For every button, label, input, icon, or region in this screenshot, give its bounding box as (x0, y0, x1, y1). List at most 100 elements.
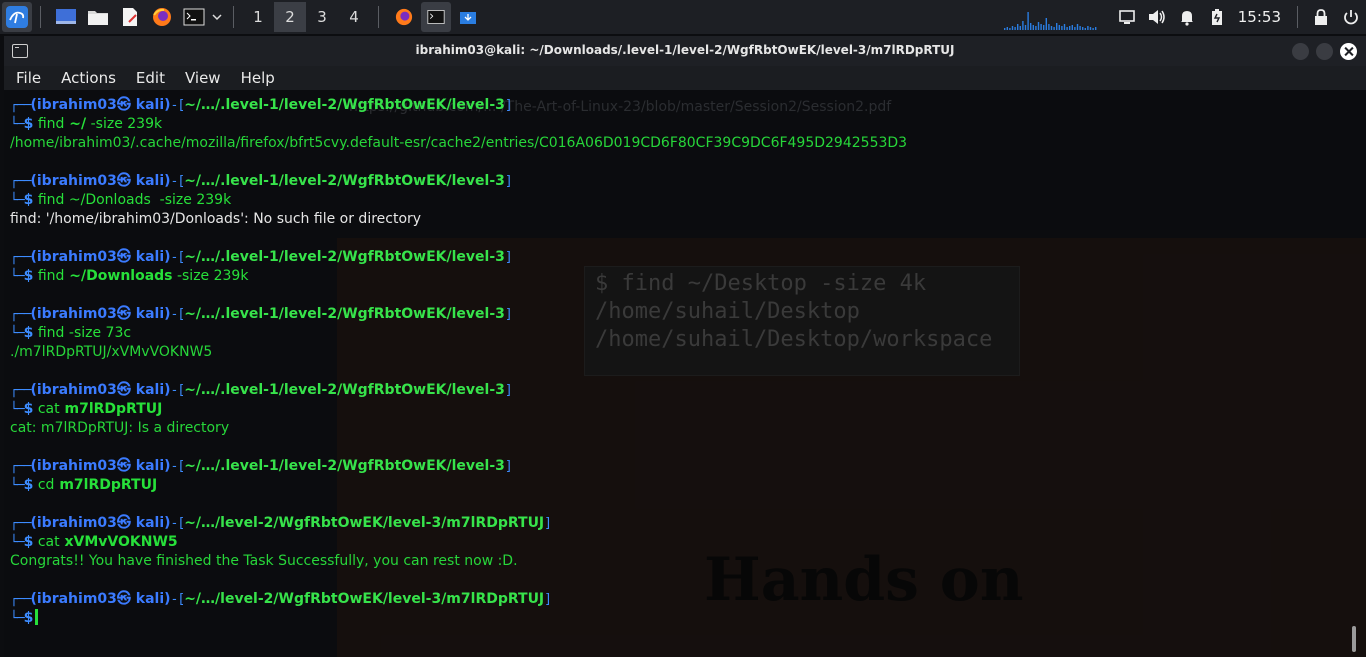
prompt-frame: └─ (10, 269, 25, 284)
lock-icon[interactable] (1306, 2, 1336, 32)
command-output: cat: m7lRDpRTUJ: Is a directory (10, 420, 230, 436)
prompt-line: ┌──(ibrahim03㉿ kali)-[~/…/.level-1/level… (10, 457, 1340, 476)
kali-menu-icon[interactable] (2, 2, 32, 32)
prompt-frame: └─ (10, 535, 25, 550)
prompt-user: (ibrahim03㉿ kali) (30, 173, 171, 189)
prompt-frame: ┌── (10, 459, 32, 474)
terminal-launcher-icon[interactable] (179, 2, 209, 32)
taskbar-terminal-icon[interactable] (421, 2, 451, 32)
command-arg: -size (172, 268, 210, 284)
prompt-path: ~/…/.level-1/level-2/WgfRbtOwEK/level-3 (184, 249, 505, 265)
close-button[interactable] (1340, 43, 1357, 60)
prompt-line: ┌──(ibrahim03㉿ kali)-[~/…/.level-1/level… (10, 248, 1340, 267)
clock[interactable]: 15:53 (1238, 8, 1281, 26)
maximize-button[interactable] (1316, 43, 1333, 60)
battery-icon[interactable] (1202, 2, 1232, 32)
prompt-user: (ibrahim03㉿ kali) (30, 97, 171, 113)
prompt-user: (ibrahim03㉿ kali) (30, 306, 171, 322)
command-name: cd (33, 477, 55, 493)
file-manager-icon[interactable] (83, 2, 113, 32)
prompt-path: ~/…/.level-1/level-2/WgfRbtOwEK/level-3 (184, 382, 505, 398)
prompt-frame: └─ (10, 326, 25, 341)
prompt-frame: ] (504, 459, 513, 474)
chevron-down-icon[interactable] (209, 2, 225, 32)
command-name: find (33, 268, 65, 284)
show-desktop-icon[interactable] (51, 2, 81, 32)
prompt-path: ~/…/level-2/WgfRbtOwEK/level-3/m7lRDpRTU… (184, 515, 545, 531)
firefox-icon[interactable] (147, 2, 177, 32)
taskbar-firefox-icon[interactable] (389, 2, 419, 32)
prompt-path: ~/…/.level-1/level-2/WgfRbtOwEK/level-3 (184, 97, 505, 113)
prompt-frame: └─ (10, 117, 25, 132)
prompt-frame: └─ (10, 478, 25, 493)
prompt-path: ~/…/.level-1/level-2/WgfRbtOwEK/level-3 (184, 458, 505, 474)
prompt-frame: └─ (10, 193, 25, 208)
prompt-frame: -[ (170, 98, 186, 113)
menu-file[interactable]: File (4, 69, 49, 87)
command-arg: -size (86, 116, 123, 132)
command-arg: ~/Donloads (64, 192, 151, 208)
minimize-button[interactable] (1292, 43, 1309, 60)
prompt-frame: ] (544, 592, 552, 607)
command-arg: m7lRDpRTUJ (59, 401, 163, 417)
command-arg: -size (64, 325, 102, 341)
system-tray: 15:53 (1112, 0, 1366, 34)
command-line: └─$ find ~/Donloads -size 239k (10, 191, 1340, 210)
prompt-path: ~/…/.level-1/level-2/WgfRbtOwEK/level-3 (184, 173, 505, 189)
command-arg: 239k (191, 192, 232, 208)
menu-actions[interactable]: Actions (49, 69, 124, 87)
menu-help[interactable]: Help (229, 69, 283, 87)
prompt-line: ┌──(ibrahim03㉿ kali)-[~/…/.level-1/level… (10, 305, 1340, 324)
command-line: └─$ cat m7lRDpRTUJ (10, 400, 1340, 419)
panel-separator (233, 6, 234, 28)
command-arg: xVMvVOKNW5 (59, 534, 178, 550)
prompt-frame: ] (504, 250, 513, 265)
notification-bell-icon[interactable] (1172, 2, 1202, 32)
command-output: find: '/home/ibrahim03/Donloads': No suc… (10, 211, 422, 227)
menu-edit[interactable]: Edit (124, 69, 173, 87)
prompt-frame: -[ (170, 592, 186, 607)
prompt-path: ~/…/level-2/WgfRbtOwEK/level-3/m7lRDpRTU… (184, 591, 545, 607)
window-titlebar[interactable]: ibrahim03@kali: ~/Downloads/.level-1/lev… (4, 36, 1366, 66)
prompt-frame: ┌── (10, 383, 32, 398)
command-arg: -size (150, 192, 192, 208)
text-editor-icon[interactable] (115, 2, 145, 32)
prompt-frame: └─ (10, 402, 25, 417)
prompt-user: (ibrahim03㉿ kali) (30, 382, 171, 398)
command-name: find (33, 325, 65, 341)
volume-icon[interactable] (1142, 2, 1172, 32)
top-panel: 1 2 3 4 15:53 (0, 0, 1366, 34)
panel-separator (40, 6, 41, 28)
scrollbar[interactable] (1352, 626, 1356, 652)
command-arg: ~/ (64, 116, 87, 132)
prompt-line: ┌──(ibrahim03㉿ kali)-[~/…/.level-1/level… (10, 172, 1340, 191)
prompt-user: (ibrahim03㉿ kali) (30, 515, 171, 531)
workspace-1[interactable]: 1 (242, 2, 274, 32)
terminal-window: https://github.com/... /The-Art-of-Linux… (4, 36, 1366, 657)
prompt-frame: ] (504, 383, 513, 398)
workspace-2[interactable]: 2 (274, 2, 306, 32)
terminal-output[interactable]: ┌──(ibrahim03㉿ kali)-[~/…/.level-1/level… (10, 96, 1340, 628)
prompt-frame: -[ (170, 383, 186, 398)
power-icon[interactable] (1336, 2, 1366, 32)
cpu-graph (1004, 12, 1097, 30)
menu-view[interactable]: View (173, 69, 229, 87)
prompt-user: (ibrahim03㉿ kali) (30, 458, 171, 474)
command-output: ./m7lRDpRTUJ/xVMvVOKNW5 (10, 344, 213, 360)
workspace-3[interactable]: 3 (306, 2, 338, 32)
command-name: find (33, 116, 65, 132)
command-line: └─$ cd m7lRDpRTUJ (10, 476, 1340, 495)
prompt-frame: -[ (170, 250, 186, 265)
command-line: └─$ (10, 609, 1340, 628)
prompt-user: (ibrahim03㉿ kali) (30, 591, 171, 607)
taskbar-downloads-icon[interactable] (453, 2, 483, 32)
prompt-frame: ┌── (10, 250, 32, 265)
prompt-line: ┌──(ibrahim03㉿ kali)-[~/…/.level-1/level… (10, 96, 1340, 115)
prompt-frame: ] (504, 174, 513, 189)
display-icon[interactable] (1112, 2, 1142, 32)
workspace-4[interactable]: 4 (338, 2, 370, 32)
